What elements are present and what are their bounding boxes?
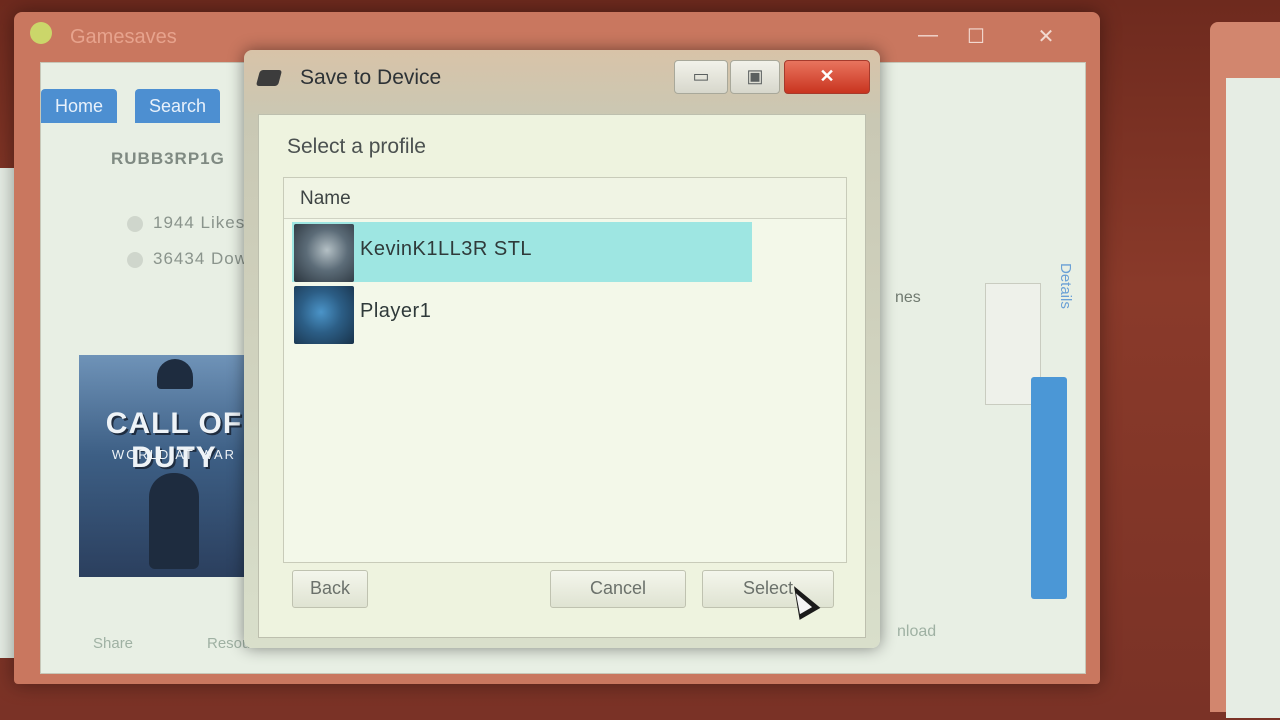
right-background-window (1210, 22, 1280, 718)
cover-title: CALL OF DUTY (105, 407, 243, 474)
device-icon (255, 70, 283, 86)
likes-count: 1944 Likes (127, 213, 245, 233)
game-cover-art: CALL OF DUTY WORLD AT WAR (79, 355, 269, 577)
cover-subtitle: WORLD AT WAR (111, 447, 237, 462)
profile-row-kevinkill3r[interactable]: KevinK1LL3R STL (292, 222, 752, 282)
download-button[interactable] (1031, 377, 1067, 599)
minimize-button[interactable]: ▭ (674, 60, 728, 94)
tab-home[interactable]: Home (41, 89, 118, 123)
like-icon (127, 215, 143, 232)
profile-row-player1[interactable]: Player1 (292, 284, 752, 344)
name-column-header[interactable]: Name (300, 188, 351, 210)
profile-avatar-icon (294, 286, 354, 344)
share-link[interactable]: Share (93, 635, 133, 652)
details-tab[interactable]: Details (1057, 263, 1074, 309)
profile-name: Player1 (360, 300, 432, 322)
background-window-title: Gamesaves (70, 26, 177, 48)
partial-label: nes (895, 289, 921, 306)
profile-avatar-icon (294, 224, 354, 282)
dialog-title: Save to Device (300, 66, 442, 89)
app-icon (30, 22, 52, 44)
soldier-body (149, 473, 199, 569)
uploader-username: RUBB3RP1G (111, 149, 225, 168)
cancel-button[interactable]: Cancel (550, 570, 686, 608)
profile-name: KevinK1LL3R STL (360, 238, 533, 260)
tab-search[interactable]: Search (135, 89, 221, 123)
select-profile-prompt: Select a profile (287, 135, 426, 158)
maximize-button[interactable]: ▣ (730, 60, 780, 94)
bg-minimize-icon[interactable]: — (910, 24, 946, 48)
list-header[interactable]: Name (284, 178, 846, 219)
save-to-device-dialog: Save to Device ▭ ▣ ✕ Select a profile Na… (244, 50, 880, 648)
soldier-figure (157, 359, 193, 389)
download-link[interactable]: nload (897, 623, 936, 641)
back-button[interactable]: Back (292, 570, 368, 608)
close-button[interactable]: ✕ (784, 60, 870, 94)
download-icon (127, 251, 143, 268)
dialog-body: Select a profile Name KevinK1LL3R STL Pl… (258, 114, 866, 638)
profile-list[interactable]: Name KevinK1LL3R STL Player1 (283, 177, 847, 563)
bg-close-icon[interactable]: ✕ (1028, 24, 1064, 48)
right-window-client (1226, 78, 1280, 718)
bg-maximize-icon[interactable]: ☐ (958, 24, 994, 48)
